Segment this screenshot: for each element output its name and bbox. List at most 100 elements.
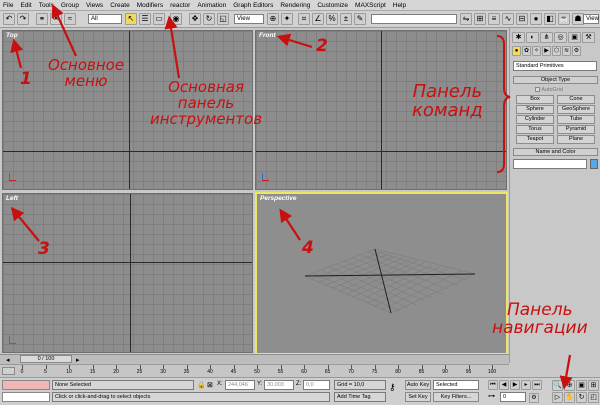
key-mode-toggle-icon[interactable]: ⊶ xyxy=(488,392,495,400)
viewport-perspective[interactable]: Perspective xyxy=(255,192,508,355)
key-icon[interactable]: ⚷ xyxy=(389,382,396,393)
y-coordinate-field[interactable]: 30,003 xyxy=(264,380,294,390)
space-warps-icon[interactable]: ≋ xyxy=(562,46,571,56)
arc-rotate-icon[interactable]: ↻ xyxy=(576,392,587,403)
menu-edit[interactable]: Edit xyxy=(20,2,31,9)
track-bar[interactable]: 0 5 10 15 20 25 30 35 40 45 50 55 60 65 70 75 80 85 90 95 10… xyxy=(0,364,509,377)
box-button[interactable]: Box xyxy=(516,95,554,104)
previous-frame-icon[interactable]: ◀ xyxy=(499,380,509,390)
link-icon[interactable]: ⚭ xyxy=(36,13,48,25)
set-key-button[interactable]: Set Key xyxy=(405,392,431,402)
percent-snap-icon[interactable]: % xyxy=(326,13,338,25)
shapes-icon[interactable]: ✿ xyxy=(522,46,531,56)
unlink-icon[interactable]: ⚮ xyxy=(50,13,62,25)
time-slider-prev-icon[interactable]: ◂ xyxy=(6,356,10,364)
viewport-label-left[interactable]: Left xyxy=(6,195,18,202)
object-name-field[interactable] xyxy=(513,159,587,169)
scale-icon[interactable]: ◱ xyxy=(217,13,229,25)
time-configuration-icon[interactable]: ⚙ xyxy=(529,393,539,403)
primitive-category-dropdown[interactable]: Standard Primitives xyxy=(513,61,597,71)
hierarchy-tab-icon[interactable]: ⋔ xyxy=(540,32,553,43)
object-color-swatch[interactable] xyxy=(590,159,598,169)
auto-key-button[interactable]: Auto Key xyxy=(405,380,431,390)
zoom-all-icon[interactable]: ⊕ xyxy=(564,380,575,391)
selection-filter-dropdown[interactable]: All xyxy=(88,14,122,24)
material-editor-icon[interactable]: ● xyxy=(530,13,542,25)
zoom-extents-all-icon[interactable]: ⊞ xyxy=(588,380,599,391)
menu-create[interactable]: Create xyxy=(110,2,130,9)
pan-icon[interactable]: ✋ xyxy=(564,392,575,403)
plane-button[interactable]: Plane xyxy=(557,135,595,144)
viewport-label-top[interactable]: Top xyxy=(6,32,18,39)
bind-space-warp-icon[interactable]: ≈ xyxy=(64,13,76,25)
torus-button[interactable]: Torus xyxy=(516,125,554,134)
lights-icon[interactable]: ✧ xyxy=(532,46,541,56)
helpers-icon[interactable]: ⬡ xyxy=(552,46,561,56)
geometry-icon[interactable]: ● xyxy=(512,46,521,56)
zoom-extents-icon[interactable]: ▣ xyxy=(576,380,587,391)
x-coordinate-field[interactable]: 244,046 xyxy=(225,380,255,390)
menu-views[interactable]: Views xyxy=(86,2,103,9)
select-object-icon[interactable]: ↖ xyxy=(125,13,137,25)
schematic-view-icon[interactable]: ⊟ xyxy=(516,13,528,25)
redo-icon[interactable]: ↷ xyxy=(17,13,29,25)
selection-lock-icon[interactable]: 🔒 xyxy=(197,381,206,389)
field-of-view-icon[interactable]: ▷ xyxy=(552,392,563,403)
spinner-snap-icon[interactable]: ± xyxy=(340,13,352,25)
rotate-icon[interactable]: ↻ xyxy=(203,13,215,25)
key-mode-dropdown[interactable]: Selected xyxy=(433,380,479,390)
go-to-end-icon[interactable]: ⏭ xyxy=(532,380,542,390)
menu-maxscript[interactable]: MAXScript xyxy=(355,2,386,9)
geosphere-button[interactable]: GeoSphere xyxy=(557,105,595,114)
go-to-start-icon[interactable]: ⏮ xyxy=(488,380,498,390)
menu-reactor[interactable]: reactor xyxy=(170,2,190,9)
trackbar-toggle-icon[interactable] xyxy=(2,367,15,375)
select-manipulate-icon[interactable]: ✦ xyxy=(281,13,293,25)
zoom-icon[interactable]: 🔍 xyxy=(552,380,563,391)
render-scene-icon[interactable]: ◧ xyxy=(544,13,556,25)
angle-snap-icon[interactable]: ∠ xyxy=(312,13,324,25)
absolute-mode-icon[interactable]: ⊠ xyxy=(207,381,213,389)
modify-tab-icon[interactable]: ◐ xyxy=(526,32,539,43)
name-and-color-rollout-header[interactable]: Name and Color xyxy=(513,148,598,156)
create-tab-icon[interactable]: ✱ xyxy=(512,32,525,43)
render-type-dropdown[interactable]: View xyxy=(583,14,599,24)
quick-render-icon[interactable]: ☕ xyxy=(558,13,570,25)
display-tab-icon[interactable]: ▣ xyxy=(568,32,581,43)
next-frame-icon[interactable]: ▸ xyxy=(521,380,531,390)
object-type-rollout-header[interactable]: Object Type xyxy=(513,76,598,84)
menu-group[interactable]: Group xyxy=(61,2,79,9)
pyramid-button[interactable]: Pyramid xyxy=(557,125,595,134)
rectangular-region-icon[interactable]: ▭ xyxy=(153,13,165,25)
autogrid-checkbox[interactable]: AutoGrid xyxy=(535,87,563,93)
systems-icon[interactable]: ⚙ xyxy=(572,46,581,56)
play-icon[interactable]: ▶ xyxy=(510,380,520,390)
undo-icon[interactable]: ↶ xyxy=(3,13,15,25)
curve-editor-icon[interactable]: ∿ xyxy=(502,13,514,25)
key-filters-button[interactable]: Key Filters... xyxy=(433,392,479,402)
mirror-icon[interactable]: ⇋ xyxy=(460,13,472,25)
menu-animation[interactable]: Animation xyxy=(197,2,226,9)
reference-coordinate-dropdown[interactable]: View xyxy=(234,14,264,24)
maxscript-output-mini[interactable] xyxy=(2,392,50,402)
time-slider-thumb[interactable]: 0 / 100 xyxy=(20,355,72,363)
menu-graph-editors[interactable]: Graph Editors xyxy=(233,2,273,9)
time-slider[interactable]: ◂ 0 / 100 ▸ xyxy=(0,354,509,364)
window-crossing-icon[interactable]: ◉ xyxy=(170,13,182,25)
viewport-label-front[interactable]: Front xyxy=(259,32,276,39)
edit-named-selections-icon[interactable]: ✎ xyxy=(354,13,366,25)
current-frame-field[interactable]: 0 xyxy=(500,392,526,402)
time-slider-next-icon[interactable]: ▸ xyxy=(76,356,80,364)
pivot-center-icon[interactable]: ⊕ xyxy=(267,13,279,25)
add-time-tag-field[interactable]: Add Time Tag xyxy=(334,392,386,402)
move-icon[interactable]: ✥ xyxy=(189,13,201,25)
named-selection-sets-field[interactable] xyxy=(371,14,457,24)
maximize-viewport-icon[interactable]: ◰ xyxy=(588,392,599,403)
viewport-left[interactable]: Left xyxy=(2,193,253,353)
teapot-button[interactable]: Teapot xyxy=(516,135,554,144)
menu-rendering[interactable]: Rendering xyxy=(280,2,310,9)
menu-help[interactable]: Help xyxy=(393,2,406,9)
cameras-icon[interactable]: ▶ xyxy=(542,46,551,56)
cylinder-button[interactable]: Cylinder xyxy=(516,115,554,124)
maxscript-listener-mini[interactable] xyxy=(2,380,50,390)
